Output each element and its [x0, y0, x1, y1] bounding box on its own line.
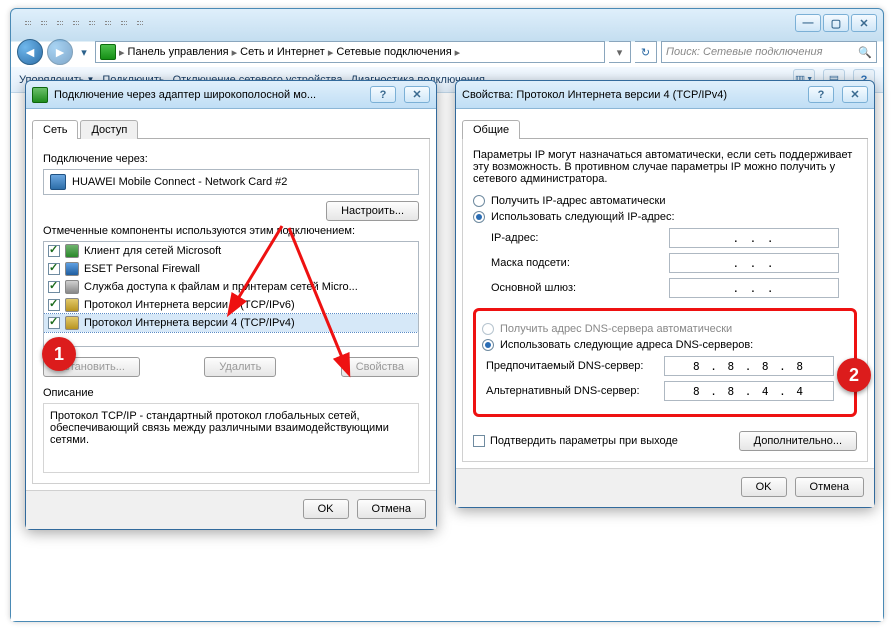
components-listbox[interactable]: Клиент для сетей Microsoft ESET Personal… [43, 241, 419, 347]
nav-back-button[interactable]: ◄ [17, 39, 43, 65]
list-item[interactable]: Служба доступа к файлам и принтерам сете… [44, 278, 418, 296]
protocol-icon [65, 316, 79, 330]
dialog-footer: OK Отмена [26, 490, 436, 529]
breadcrumb-item[interactable]: Сетевые подключения [336, 46, 451, 58]
list-item-selected[interactable]: Протокол Интернета версии 4 (TCP/IPv4) [44, 314, 418, 332]
minimize-button[interactable]: — [795, 14, 821, 32]
annotation-badge-1: 1 [42, 337, 76, 371]
adapter-icon [32, 87, 48, 103]
dns1-input[interactable]: 8 . 8 . 8 . 8 [664, 356, 834, 376]
ok-button[interactable]: OK [741, 477, 787, 497]
list-item[interactable]: Клиент для сетей Microsoft [44, 242, 418, 260]
ip-auto-radio[interactable]: Получить IP-адрес автоматически [473, 195, 857, 207]
dns2-input[interactable]: 8 . 8 . 4 . 4 [664, 381, 834, 401]
tab-access[interactable]: Доступ [80, 120, 138, 139]
connect-via-label: Подключение через: [43, 153, 419, 165]
checkbox[interactable] [48, 263, 60, 275]
breadcrumb-item[interactable]: Панель управления [128, 46, 229, 58]
configure-button[interactable]: Настроить... [326, 201, 419, 221]
checkbox[interactable] [48, 317, 60, 329]
dialog-title: Свойства: Протокол Интернета версии 4 (T… [462, 89, 727, 101]
service-icon [65, 280, 79, 294]
breadcrumb[interactable]: ▸ Панель управления ▸ Сеть и Интернет ▸ … [95, 41, 605, 63]
network-icon [100, 44, 116, 60]
checkbox[interactable] [48, 299, 60, 311]
search-input[interactable]: Поиск: Сетевые подключения 🔍 [661, 41, 877, 63]
search-placeholder: Поиск: Сетевые подключения [666, 46, 823, 58]
dialog-close-button[interactable]: ✕ [404, 86, 430, 103]
dns2-label: Альтернативный DNS-сервер: [486, 385, 656, 397]
ip-address-label: IP-адрес: [491, 232, 661, 244]
dialog-help-button[interactable]: ? [808, 86, 834, 103]
dns-auto-radio: Получить адрес DNS-сервера автоматически [482, 323, 848, 335]
dialog-close-button[interactable]: ✕ [842, 86, 868, 103]
tab-network[interactable]: Сеть [32, 120, 78, 139]
confirm-on-exit-label: Подтвердить параметры при выходе [490, 435, 678, 447]
dialog-footer: OK Отмена [456, 468, 874, 507]
dialog-help-button[interactable]: ? [370, 86, 396, 103]
description-text: Протокол TCP/IP - стандартный протокол г… [43, 403, 419, 473]
ip-address-input[interactable]: . . . [669, 228, 839, 248]
intro-text: Параметры IP могут назначаться автоматич… [473, 149, 857, 185]
dns1-label: Предпочитаемый DNS-сервер: [486, 360, 656, 372]
checkbox[interactable] [48, 281, 60, 293]
tabstrip: Сеть Доступ [32, 119, 430, 139]
client-icon [65, 244, 79, 258]
explorer-titlebar: — ▢ ✕ [11, 9, 883, 37]
confirm-on-exit-checkbox[interactable] [473, 435, 485, 447]
dialog-titlebar: Подключение через адаптер широкополосной… [26, 81, 436, 109]
description-title: Описание [43, 387, 419, 399]
breadcrumb-dropdown[interactable]: ▾ [609, 41, 631, 63]
address-row: ◄ ► ▾ ▸ Панель управления ▸ Сеть и Интер… [11, 37, 883, 67]
maximize-button[interactable]: ▢ [823, 14, 849, 32]
cancel-button[interactable]: Отмена [357, 499, 426, 519]
list-item[interactable]: Протокол Интернета версии 6 (TCP/IPv6) [44, 296, 418, 314]
nav-forward-button[interactable]: ► [47, 39, 73, 65]
components-label: Отмеченные компоненты используются этим … [43, 225, 419, 237]
tabstrip: Общие [462, 119, 868, 139]
tab-general[interactable]: Общие [462, 120, 520, 139]
search-icon: 🔍 [858, 46, 872, 59]
firewall-icon [65, 262, 79, 276]
cancel-button[interactable]: Отмена [795, 477, 864, 497]
protocol-icon [65, 298, 79, 312]
checkbox[interactable] [48, 245, 60, 257]
dns-manual-radio[interactable]: Использовать следующие адреса DNS-сервер… [482, 339, 848, 351]
dns-section-highlight: Получить адрес DNS-сервера автоматически… [473, 308, 857, 417]
subnet-mask-label: Маска подсети: [491, 257, 661, 269]
adapter-card-icon [50, 174, 66, 190]
subnet-mask-input[interactable]: . . . [669, 253, 839, 273]
breadcrumb-item[interactable]: Сеть и Интернет [240, 46, 325, 58]
list-item[interactable]: ESET Personal Firewall [44, 260, 418, 278]
gateway-input[interactable]: . . . [669, 278, 839, 298]
advanced-button[interactable]: Дополнительно... [739, 431, 857, 451]
annotation-badge-2: 2 [837, 358, 871, 392]
dialog-titlebar: Свойства: Протокол Интернета версии 4 (T… [456, 81, 874, 109]
refresh-button[interactable]: ↻ [635, 41, 657, 63]
ip-manual-radio[interactable]: Использовать следующий IP-адрес: [473, 211, 857, 223]
dialog-title: Подключение через адаптер широкополосной… [54, 89, 316, 101]
ok-button[interactable]: OK [303, 499, 349, 519]
close-button[interactable]: ✕ [851, 14, 877, 32]
remove-button[interactable]: Удалить [204, 357, 276, 377]
ipv4-properties-dialog: Свойства: Протокол Интернета версии 4 (T… [455, 80, 875, 508]
nav-history-dropdown[interactable]: ▾ [77, 39, 91, 65]
adapter-name: HUAWEI Mobile Connect - Network Card #2 [72, 176, 287, 188]
adapter-field: HUAWEI Mobile Connect - Network Card #2 [43, 169, 419, 195]
properties-button[interactable]: Свойства [341, 357, 419, 377]
connection-properties-dialog: Подключение через адаптер широкополосной… [25, 80, 437, 530]
title-fragments [17, 21, 143, 25]
gateway-label: Основной шлюз: [491, 282, 661, 294]
